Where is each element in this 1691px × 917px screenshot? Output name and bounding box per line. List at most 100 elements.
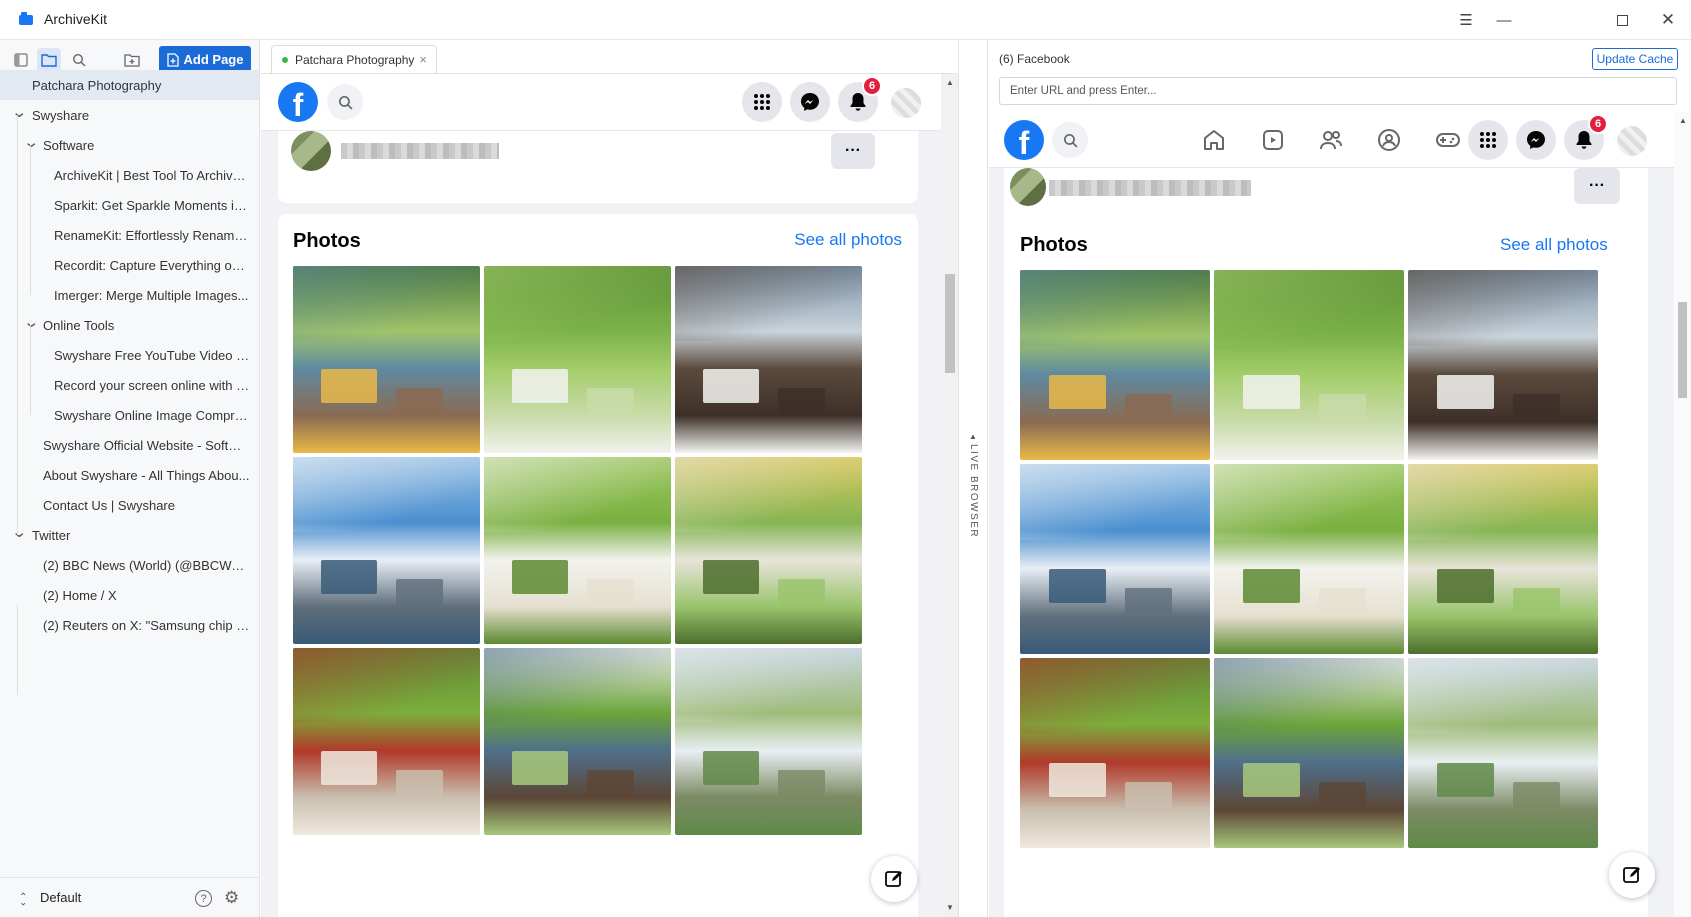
photo-green-hills-farm[interactable] xyxy=(484,266,671,453)
photo-village-pasture[interactable] xyxy=(484,457,671,644)
tree-item[interactable]: (2) Reuters on X: "Samsung chip p... xyxy=(0,610,259,640)
video-icon[interactable] xyxy=(1259,126,1287,154)
chevron-down-icon[interactable]: ⌄ xyxy=(23,313,39,331)
gaming-icon[interactable] xyxy=(1434,126,1462,154)
photo-matterhorn-lake[interactable] xyxy=(293,457,480,644)
tree-item[interactable]: Record your screen online with S... xyxy=(0,370,259,400)
photo-alpine-chalets[interactable] xyxy=(675,266,862,453)
live-profile-avatar[interactable] xyxy=(1617,126,1647,156)
see-all-photos-link[interactable]: See all photos xyxy=(794,230,902,250)
live-facebook-logo-icon[interactable]: f xyxy=(1004,120,1044,161)
page-avatar[interactable] xyxy=(291,131,331,171)
photo-building-shape xyxy=(777,578,825,605)
gear-icon[interactable]: ⚙ xyxy=(224,888,239,908)
tree-item[interactable]: ArchiveKit | Best Tool To Archive ... xyxy=(0,160,259,190)
tree-item[interactable]: ⌄ Swyshare xyxy=(0,100,259,130)
tree-item[interactable]: Contact Us | Swyshare xyxy=(0,490,259,520)
tree-item[interactable]: RenameKit: Effortlessly Rename ... xyxy=(0,220,259,250)
photo-building-shape xyxy=(1436,568,1494,603)
photo-sky-shape xyxy=(293,457,480,532)
minimize-icon[interactable]: — xyxy=(1492,8,1516,32)
tree-item[interactable]: Patchara Photography xyxy=(0,70,259,100)
photo-church-village[interactable] xyxy=(1408,464,1598,654)
live-more-options-button[interactable]: ··· xyxy=(1574,168,1620,204)
chevron-down-icon[interactable]: ⌄ xyxy=(11,523,27,541)
live-facebook-search-icon[interactable] xyxy=(1052,122,1088,158)
photo-valley-chalets[interactable] xyxy=(484,648,671,835)
photo-red-train-village[interactable] xyxy=(293,648,480,835)
photo-lake-village[interactable] xyxy=(293,266,480,453)
live-photos-card: Photos See all photos xyxy=(1004,224,1648,917)
scroll-down-arrow-icon[interactable]: ▼ xyxy=(946,903,954,912)
url-input[interactable]: Enter URL and press Enter... xyxy=(999,77,1677,105)
tree-item[interactable]: Swyshare Official Website - Softwa... xyxy=(0,430,259,460)
groups-icon[interactable] xyxy=(1375,126,1403,154)
photo-church-spire-valley[interactable] xyxy=(1408,658,1598,848)
edit-compose-icon[interactable] xyxy=(871,856,917,902)
photo-alpine-chalets[interactable] xyxy=(1408,270,1598,460)
live-scrollbar[interactable]: ▲ xyxy=(1674,112,1691,917)
chevron-down-icon[interactable]: ⌄ xyxy=(11,103,27,121)
tree-item-label: ArchiveKit | Best Tool To Archive ... xyxy=(54,167,250,183)
messenger-icon[interactable] xyxy=(790,82,830,122)
live-scroll-up-arrow-icon[interactable]: ▲ xyxy=(1679,116,1687,125)
photo-sky-shape xyxy=(1214,658,1404,734)
tree-item[interactable]: ⌄ Software xyxy=(0,130,259,160)
live-menu-grid-icon[interactable] xyxy=(1468,120,1508,160)
tree-item[interactable]: Swyshare Free YouTube Video S... xyxy=(0,340,259,370)
tree-item[interactable]: Swyshare Online Image Compre... xyxy=(0,400,259,430)
update-cache-button[interactable]: Update Cache xyxy=(1592,48,1678,70)
photo-church-village[interactable] xyxy=(675,457,862,644)
workspace-label[interactable]: Default xyxy=(40,890,81,905)
add-page-button[interactable]: Add Page xyxy=(159,46,251,73)
tree-item-label: Online Tools xyxy=(43,317,115,333)
menu-icon[interactable]: ☰ xyxy=(1454,8,1478,32)
tree-item[interactable]: ⌄ Twitter xyxy=(0,520,259,550)
tab-patchara-photography[interactable]: Patchara Photography × xyxy=(271,45,437,73)
search-icon[interactable] xyxy=(67,48,91,72)
maximize-icon[interactable] xyxy=(1610,8,1634,32)
live-edit-compose-icon[interactable] xyxy=(1609,852,1655,898)
tree-item[interactable]: (2) BBC News (World) (@BBCWorl... xyxy=(0,550,259,580)
photo-lake-village[interactable] xyxy=(1020,270,1210,460)
live-scrollbar-thumb[interactable] xyxy=(1678,302,1687,398)
facebook-logo-icon[interactable]: f xyxy=(278,82,318,123)
toggle-sidebar-icon[interactable] xyxy=(9,48,33,72)
tree-item[interactable]: Recordit: Capture Everything on ... xyxy=(0,250,259,280)
close-window-icon[interactable]: ✕ xyxy=(1656,8,1680,32)
tree-item[interactable]: (2) Home / X xyxy=(0,580,259,610)
close-tab-icon[interactable]: × xyxy=(419,52,427,67)
photo-sky-shape xyxy=(1408,658,1598,734)
photo-matterhorn-lake[interactable] xyxy=(1020,464,1210,654)
profile-avatar[interactable] xyxy=(891,88,921,118)
scrollbar-thumb[interactable] xyxy=(945,274,955,373)
photo-church-spire-valley[interactable] xyxy=(675,648,862,835)
archived-scrollbar[interactable]: ▲ ▼ xyxy=(941,74,958,917)
tree-item-label: (2) Home / X xyxy=(43,587,117,603)
photo-green-hills-farm[interactable] xyxy=(1214,270,1404,460)
photo-red-train-village[interactable] xyxy=(1020,658,1210,848)
home-icon[interactable] xyxy=(1200,126,1228,154)
help-icon[interactable]: ? xyxy=(195,890,212,907)
photo-village-pasture[interactable] xyxy=(1214,464,1404,654)
photo-valley-chalets[interactable] xyxy=(1214,658,1404,848)
live-browser-divider[interactable]: ▲ LIVE BROWSER xyxy=(958,40,988,917)
live-messenger-icon[interactable] xyxy=(1516,120,1556,160)
live-see-all-photos-link[interactable]: See all photos xyxy=(1500,235,1608,255)
tree-item[interactable]: Sparkit: Get Sparkle Moments in... xyxy=(0,190,259,220)
tree-item[interactable]: ⌄ Online Tools xyxy=(0,310,259,340)
live-page-view: f 6 ··· Photos See all photos xyxy=(989,112,1674,917)
tree-item[interactable]: About Swyshare - All Things Abou... xyxy=(0,460,259,490)
new-folder-icon[interactable] xyxy=(120,48,144,72)
tree-item-label: Software xyxy=(43,137,95,153)
chevron-down-icon[interactable]: ⌄ xyxy=(23,133,39,151)
facebook-search-icon[interactable] xyxy=(327,84,363,120)
menu-grid-icon[interactable] xyxy=(742,82,782,122)
tree-item-label: Contact Us | Swyshare xyxy=(43,497,175,513)
tree-item[interactable]: Imerger: Merge Multiple Images... xyxy=(0,280,259,310)
friends-icon[interactable] xyxy=(1317,126,1345,154)
folder-icon[interactable] xyxy=(37,48,61,72)
live-page-avatar[interactable] xyxy=(1010,168,1046,206)
scroll-up-arrow-icon[interactable]: ▲ xyxy=(946,78,954,87)
more-options-button[interactable]: ··· xyxy=(831,133,875,169)
